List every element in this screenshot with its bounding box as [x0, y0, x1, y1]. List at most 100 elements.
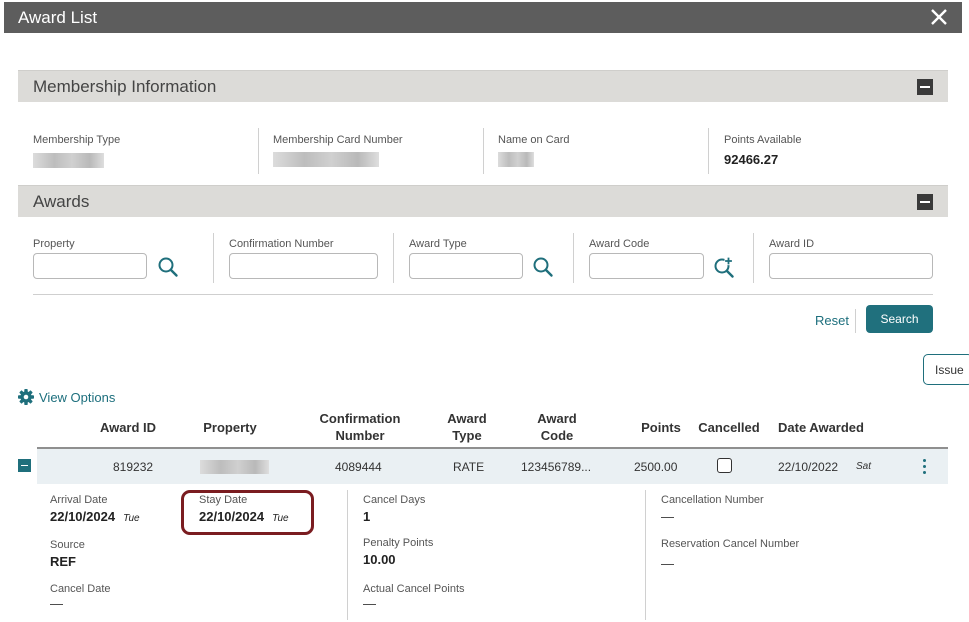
arrival-date-field: Arrival Date 22/10/2024 Tue: [50, 494, 140, 524]
cancel-days-field: Cancel Days 1: [363, 494, 425, 524]
column-header-date-awarded[interactable]: Date Awarded: [768, 419, 874, 436]
cancel-date-value: —: [50, 596, 63, 611]
award-type-search-icon[interactable]: [532, 256, 554, 278]
cancel-days-label: Cancel Days: [363, 494, 426, 506]
penalty-points-label: Penalty Points: [363, 537, 434, 549]
window-titlebar: Award List: [4, 2, 962, 33]
membership-card-number-field: Membership Card Number: [273, 134, 403, 172]
divider: [855, 309, 856, 333]
column-header-points[interactable]: Points: [632, 419, 690, 436]
collapse-awards-button[interactable]: [917, 194, 933, 210]
column-header-award-type[interactable]: Award Type: [440, 410, 494, 444]
cell-property: [200, 460, 269, 474]
cell-award-type: RATE: [453, 460, 485, 474]
view-options-label: View Options: [39, 390, 116, 405]
property-filter: Property: [33, 238, 147, 279]
column-header-award-id[interactable]: Award ID: [88, 419, 168, 436]
column-header-confirmation-number[interactable]: Confirmation Number: [314, 410, 406, 444]
award-code-filter: Award Code: [589, 238, 704, 279]
cancel-date-label: Cancel Date: [50, 583, 111, 595]
actual-cancel-points-value: —: [363, 596, 376, 611]
row-actions-kebab-icon[interactable]: [920, 458, 930, 476]
filter-divider: [33, 294, 933, 295]
cell-award-id: 819232: [113, 460, 154, 474]
name-on-card-value: [498, 152, 534, 167]
reset-link[interactable]: Reset: [815, 313, 849, 328]
close-icon[interactable]: [930, 7, 948, 27]
divider: [213, 233, 214, 283]
cancel-days-value: 1: [363, 509, 371, 524]
window-title: Award List: [18, 8, 98, 27]
membership-section-title: Membership Information: [33, 77, 217, 96]
award-id-filter-label: Award ID: [769, 238, 815, 250]
column-header-award-code[interactable]: Award Code: [530, 410, 584, 444]
points-available-value: 92466.27: [724, 152, 779, 167]
reservation-cancel-number-field: Reservation Cancel Number —: [661, 538, 799, 571]
award-code-search-plus-icon[interactable]: [713, 256, 735, 278]
property-input[interactable]: [33, 253, 147, 279]
confirmation-number-input[interactable]: [229, 253, 378, 279]
cancellation-number-field: Cancellation Number —: [661, 494, 764, 524]
membership-card-number-value: [273, 152, 379, 167]
divider: [753, 233, 754, 283]
search-button[interactable]: Search: [866, 305, 933, 333]
name-on-card-label: Name on Card: [498, 134, 570, 146]
source-value: REF: [50, 554, 76, 569]
source-label: Source: [50, 539, 85, 551]
award-type-input[interactable]: [409, 253, 523, 279]
actual-cancel-points-label: Actual Cancel Points: [363, 583, 465, 595]
arrival-date-label: Arrival Date: [50, 494, 108, 506]
collapse-membership-button[interactable]: [917, 79, 933, 95]
column-header-property[interactable]: Property: [190, 419, 270, 436]
divider: [483, 128, 484, 174]
property-search-icon[interactable]: [157, 256, 179, 278]
points-available-field: Points Available 92466.27: [724, 134, 801, 167]
property-filter-label: Property: [33, 238, 75, 250]
membership-section-header: Membership Information: [18, 70, 948, 102]
cancelled-checkbox[interactable]: [717, 458, 732, 473]
cell-points: 2500.00: [634, 460, 678, 474]
divider: [258, 128, 259, 174]
cancel-date-field: Cancel Date —: [50, 583, 111, 611]
award-id-filter: Award ID: [769, 238, 933, 279]
cell-award-code: 123456789...: [521, 460, 592, 474]
confirmation-number-filter-label: Confirmation Number: [229, 238, 334, 250]
penalty-points-field: Penalty Points 10.00: [363, 537, 433, 567]
column-header-cancelled[interactable]: Cancelled: [694, 419, 764, 436]
reservation-cancel-number-label: Reservation Cancel Number: [661, 538, 800, 550]
name-on-card-field: Name on Card: [498, 134, 570, 172]
cell-date-awarded: 22/10/2022: [778, 460, 839, 474]
source-field: Source REF: [50, 539, 85, 569]
cancellation-number-label: Cancellation Number: [661, 494, 764, 506]
award-code-input[interactable]: [589, 253, 704, 279]
membership-card-number-label: Membership Card Number: [273, 134, 403, 146]
row-collapse-button[interactable]: [18, 459, 31, 472]
divider: [573, 233, 574, 283]
cell-date-awarded-day: Sat: [856, 461, 872, 472]
membership-type-field: Membership Type: [33, 134, 120, 173]
divider: [645, 490, 646, 620]
arrival-date-value: 22/10/2024: [50, 509, 116, 524]
membership-type-value: [33, 153, 104, 168]
membership-type-label: Membership Type: [33, 134, 121, 146]
divider: [347, 490, 348, 620]
penalty-points-value: 10.00: [363, 552, 396, 567]
actual-cancel-points-field: Actual Cancel Points —: [363, 583, 465, 611]
stay-date-highlight-outline: [181, 490, 314, 535]
divider: [393, 233, 394, 283]
confirmation-number-filter: Confirmation Number: [229, 238, 378, 279]
gear-icon: [18, 389, 34, 405]
awards-section-header: Awards: [18, 185, 948, 217]
cell-confirmation-number: 4089444: [335, 460, 382, 474]
issue-button[interactable]: Issue: [923, 354, 969, 385]
divider: [708, 128, 709, 174]
points-available-label: Points Available: [724, 134, 802, 146]
award-id-input[interactable]: [769, 253, 933, 279]
awards-section-title: Awards: [33, 192, 90, 211]
cancellation-number-value: —: [661, 509, 674, 524]
reservation-cancel-number-value: —: [661, 556, 674, 571]
arrival-date-day: Tue: [123, 513, 140, 524]
award-code-filter-label: Award Code: [589, 238, 650, 250]
award-type-filter: Award Type: [409, 238, 523, 279]
award-type-filter-label: Award Type: [409, 238, 467, 250]
